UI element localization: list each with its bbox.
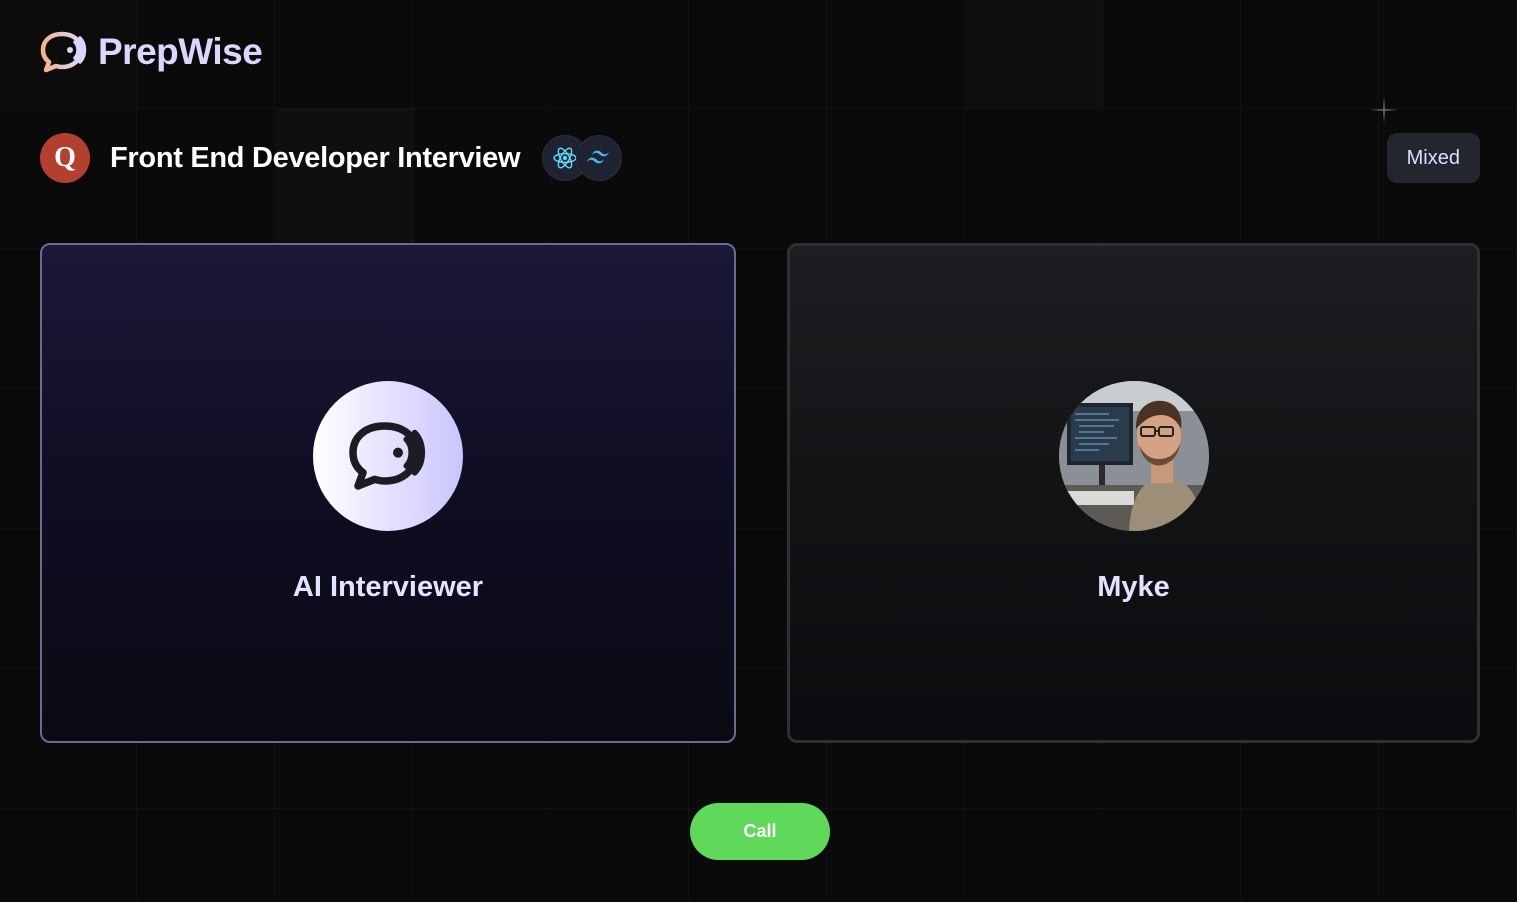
tech-stack	[542, 135, 623, 181]
interview-title: Front End Developer Interview	[110, 141, 521, 174]
brand-name[interactable]: PrepWise	[98, 31, 263, 73]
tailwind-icon	[576, 135, 623, 181]
chat-bubble-sound-icon	[40, 31, 87, 73]
call-button[interactable]: Call	[690, 803, 830, 860]
chat-bubble-sound-icon	[349, 422, 426, 490]
ai-interviewer-name: AI Interviewer	[292, 571, 484, 603]
interview-type-badge: Mixed	[1386, 133, 1480, 183]
background-cell	[966, 0, 1104, 108]
user-name: Myke	[1097, 571, 1170, 603]
user-card: Myke	[787, 243, 1480, 743]
navbar[interactable]: PrepWise	[40, 30, 263, 74]
ai-interviewer-card: AI Interviewer	[40, 243, 736, 743]
user-avatar	[1058, 381, 1209, 531]
profile-photo	[1058, 381, 1209, 531]
company-logo: Q	[40, 133, 90, 183]
interview-type-label: Mixed	[1406, 146, 1460, 169]
company-initial: Q	[54, 142, 76, 173]
ai-interviewer-avatar	[313, 381, 463, 531]
sparkle-decoration	[1370, 96, 1398, 124]
interview-header: Q Front End Developer Interview Mixed	[40, 133, 1480, 183]
